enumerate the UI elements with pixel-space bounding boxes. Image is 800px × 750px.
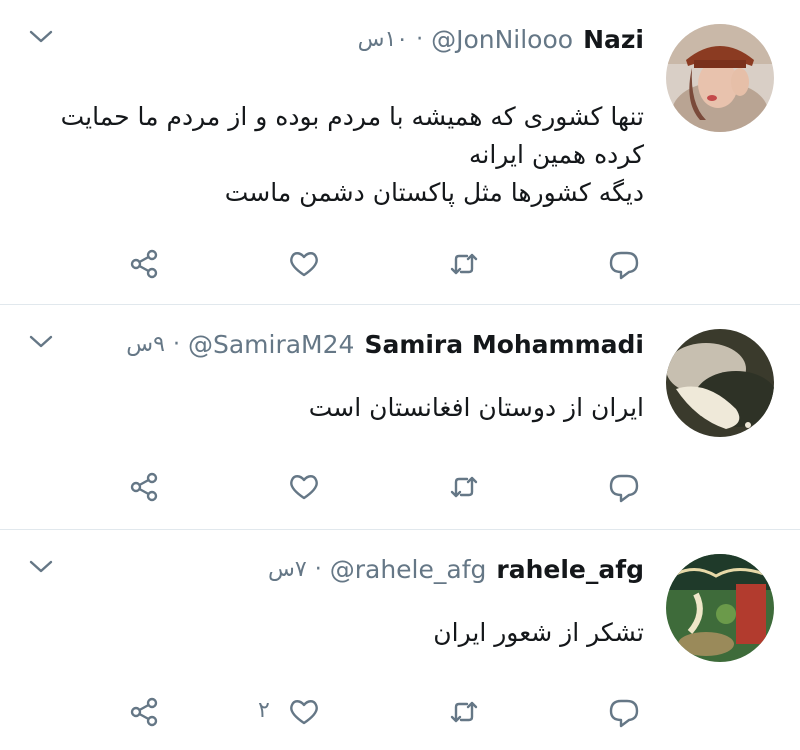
- reply-icon: [609, 251, 639, 280]
- tweet-time: ۱۰س: [357, 26, 409, 52]
- tweet-text-line: تنها کشوری که همیشه با مردم بوده و از مر…: [60, 102, 644, 131]
- reply-icon: [609, 699, 639, 728]
- retweet-button[interactable]: [444, 244, 484, 284]
- retweet-button[interactable]: [444, 467, 484, 507]
- separator: ·: [416, 26, 424, 52]
- user-handle[interactable]: @JonNilooo: [431, 25, 573, 54]
- tweet-actions: ۲: [0, 692, 800, 732]
- tweet[interactable]: ۷س · @rahele_afg rahele_afg تشکر از شعور…: [0, 530, 800, 750]
- like-button[interactable]: [284, 244, 324, 284]
- tweet-time: ۷س: [268, 556, 307, 582]
- share-icon: [130, 472, 158, 502]
- retweet-icon: [450, 476, 478, 498]
- tweet-text: ایران از دوستان افغانستان است: [309, 389, 644, 427]
- reply-button[interactable]: [604, 692, 644, 732]
- retweet-icon: [450, 701, 478, 723]
- retweet-button[interactable]: [444, 692, 484, 732]
- like-count: ۲: [258, 698, 270, 723]
- share-icon: [130, 249, 158, 279]
- tweet-text-line: ایران از دوستان افغانستان است: [308, 393, 644, 422]
- tweet-feed: ۱۰س · @JonNilooo Nazi تنها کشوری که همیش…: [0, 0, 800, 750]
- heart-icon: [290, 252, 318, 277]
- reply-icon: [609, 474, 639, 503]
- tweet-header: ۷س · @rahele_afg rahele_afg: [268, 552, 644, 586]
- share-icon: [130, 697, 158, 727]
- user-name[interactable]: Samira Mohammadi: [364, 330, 644, 359]
- user-name[interactable]: rahele_afg: [496, 555, 644, 584]
- tweet[interactable]: ۱۰س · @JonNilooo Nazi تنها کشوری که همیش…: [0, 0, 800, 305]
- avatar[interactable]: [666, 24, 774, 132]
- tweet-header: ۱۰س · @JonNilooo Nazi: [358, 22, 644, 56]
- tweet-text-line: دیگه کشورها مثل پاکستان دشمن ماست: [224, 178, 644, 207]
- heart-icon: [290, 700, 318, 725]
- separator: ·: [314, 556, 322, 582]
- avatar[interactable]: [666, 554, 774, 662]
- tweet-header: ۹س · @SamiraM24 Samira Mohammadi: [126, 327, 644, 361]
- reply-button[interactable]: [604, 244, 644, 284]
- tweet-text-line: تشکر از شعور ایران: [433, 618, 644, 647]
- tweet-actions: [0, 467, 800, 507]
- chevron-down-icon[interactable]: [28, 558, 54, 576]
- separator: ·: [172, 331, 180, 357]
- chevron-down-icon[interactable]: [28, 28, 54, 46]
- reply-button[interactable]: [604, 467, 644, 507]
- share-button[interactable]: [124, 467, 164, 507]
- chevron-down-icon[interactable]: [28, 333, 54, 351]
- tweet-actions: [0, 244, 800, 284]
- tweet[interactable]: ۹س · @SamiraM24 Samira Mohammadi ایران ا…: [0, 305, 800, 530]
- tweet-text: تنها کشوری که همیشه با مردم بوده و از مر…: [61, 98, 644, 212]
- heart-icon: [290, 475, 318, 500]
- tweet-text: تشکر از شعور ایران: [433, 614, 644, 652]
- retweet-icon: [450, 253, 478, 275]
- tweet-text-line: کرده همین ایرانه: [468, 140, 644, 169]
- user-name[interactable]: Nazi: [583, 25, 644, 54]
- user-handle[interactable]: @rahele_afg: [330, 555, 487, 584]
- avatar[interactable]: [666, 329, 774, 437]
- like-button[interactable]: [284, 467, 324, 507]
- like-button[interactable]: [284, 692, 324, 732]
- user-handle[interactable]: @SamiraM24: [188, 330, 354, 359]
- share-button[interactable]: [124, 244, 164, 284]
- share-button[interactable]: [124, 692, 164, 732]
- tweet-time: ۹س: [126, 331, 165, 357]
